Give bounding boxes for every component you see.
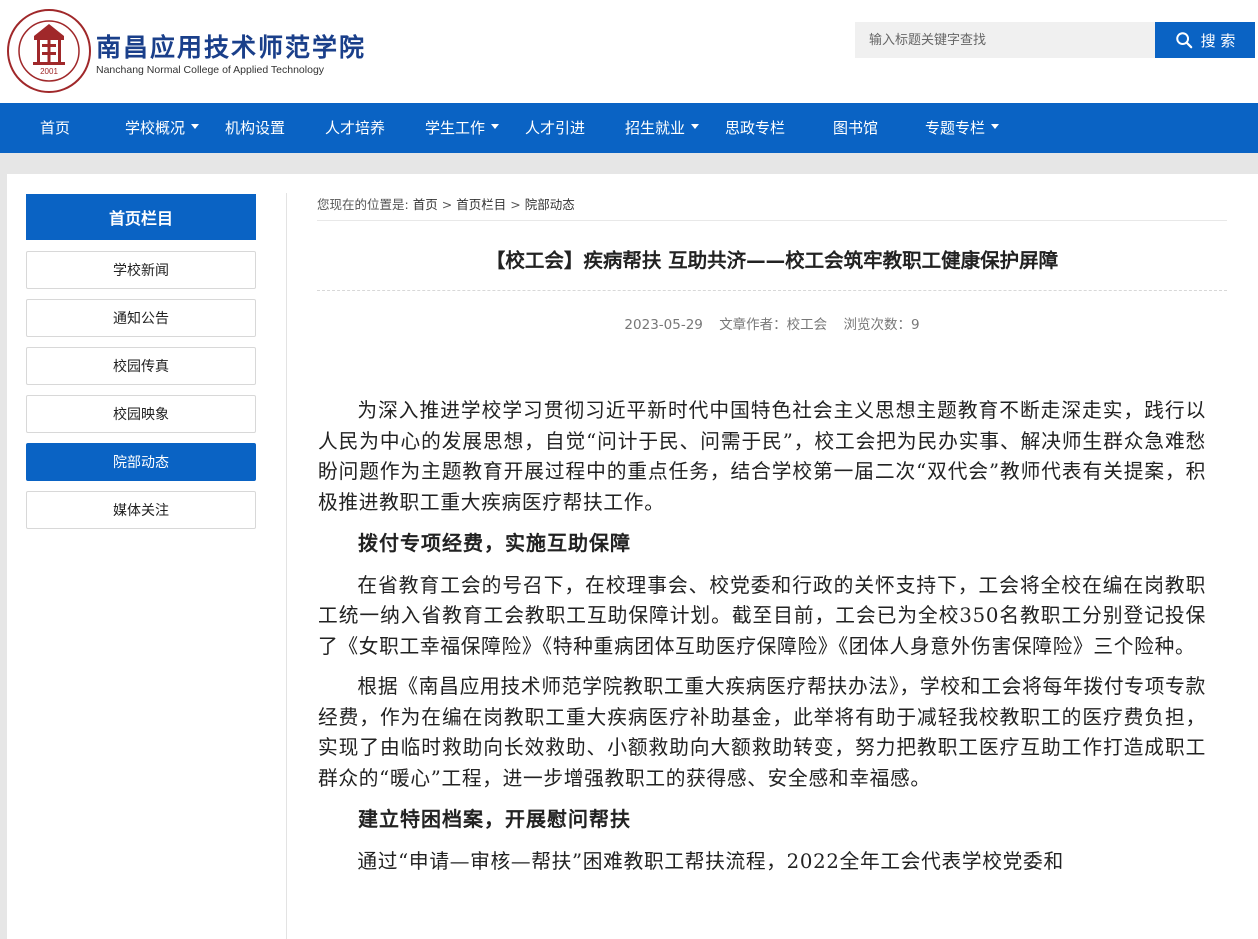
nav-item-about[interactable]: 学校概况 xyxy=(125,103,200,153)
article-paragraph: 通过“申请—审核—帮扶”困难教职工帮扶流程，2022全年工会代表学校党委和 xyxy=(357,849,1064,873)
article-paragraph: 为深入推进学校学习贯彻习近平新时代中国特色社会主义思想主题教育不断走深走实，践行… xyxy=(318,399,1206,514)
nav-item-library[interactable]: 图书馆 xyxy=(833,103,878,153)
nav-label: 学校概况 xyxy=(125,119,186,137)
college-logo[interactable]: 2001 南昌应用技术师范学院 Nanchang Normal College … xyxy=(6,8,364,94)
sidebar-item-notices[interactable]: 通知公告 xyxy=(26,299,256,337)
chevron-down-icon xyxy=(491,124,500,129)
breadcrumb-separator: > xyxy=(510,197,521,212)
nav-item-recruitment[interactable]: 人才引进 xyxy=(525,103,585,153)
sidebar-item-department-news[interactable]: 院部动态 xyxy=(26,443,256,481)
nav-label: 图书馆 xyxy=(833,119,879,137)
nav-item-special-topics[interactable]: 专题专栏 xyxy=(925,103,1000,153)
sidebar-item-campus-fax[interactable]: 校园传真 xyxy=(26,347,256,385)
article-paragraph: 在省教育工会的号召下，在校理事会、校党委和行政的关怀支持下，工会将全校在编在岗教… xyxy=(318,573,1206,658)
sidebar-item-media[interactable]: 媒体关注 xyxy=(26,491,256,529)
chevron-down-icon xyxy=(191,124,200,129)
chevron-down-icon xyxy=(691,124,700,129)
search-button[interactable]: 搜 索 xyxy=(1155,22,1255,58)
nav-item-departments[interactable]: 机构设置 xyxy=(225,103,285,153)
breadcrumb-home[interactable]: 首页 xyxy=(413,197,438,212)
search-input[interactable] xyxy=(855,22,1155,58)
article-paragraph: 根据《南昌应用技术师范学院教职工重大疾病医疗帮扶办法》，学校和工会将每年拨付专项… xyxy=(318,675,1206,790)
chevron-down-icon xyxy=(991,124,1000,129)
breadcrumb-separator: > xyxy=(441,197,453,212)
search-icon xyxy=(1175,32,1192,49)
breadcrumb-prefix: 您现在的位置是: xyxy=(317,197,409,212)
nav-label: 机构设置 xyxy=(225,119,286,137)
nav-item-training[interactable]: 人才培养 xyxy=(325,103,385,153)
breadcrumb-current[interactable]: 院部动态 xyxy=(525,197,575,212)
nav-label: 人才培养 xyxy=(325,119,386,137)
nav-label: 学生工作 xyxy=(425,119,486,137)
sidebar-item-school-news[interactable]: 学校新闻 xyxy=(26,251,256,289)
article-author: 文章作者：校工会 xyxy=(719,317,828,333)
nav-item-home[interactable]: 首页 xyxy=(40,103,70,153)
nav-label: 首页 xyxy=(40,119,71,137)
main-nav: 首页 学校概况 机构设置 人才培养 学生工作 人才引进 招生就业 思政专栏 图书… xyxy=(0,103,1258,153)
article-title: 【校工会】疾病帮扶 互助共济——校工会筑牢教职工健康保护屏障 xyxy=(485,249,1059,272)
article-body: 为深入推进学校学习贯彻习近平新时代中国特色社会主义思想主题教育不断走深走实，践行… xyxy=(318,396,1206,887)
divider xyxy=(317,220,1227,221)
sidebar-title: 首页栏目 xyxy=(26,194,256,240)
college-seal-icon: 2001 xyxy=(7,9,91,93)
article-subheading: 建立特困档案，开展慰问帮扶 xyxy=(358,807,631,831)
college-name-chinese: 南昌应用技术师范学院 xyxy=(96,33,367,62)
nav-item-student-affairs[interactable]: 学生工作 xyxy=(425,103,500,153)
nav-label: 人才引进 xyxy=(525,119,586,137)
divider xyxy=(317,290,1227,291)
nav-item-admissions[interactable]: 招生就业 xyxy=(625,103,700,153)
breadcrumb: 您现在的位置是: 首页 > 首页栏目 > 院部动态 xyxy=(317,194,575,213)
column-divider xyxy=(286,193,287,939)
article-views: 浏览次数：9 xyxy=(843,317,920,333)
article-date: 2023-05-29 xyxy=(624,317,703,333)
breadcrumb-column[interactable]: 首页栏目 xyxy=(456,197,506,212)
nav-item-ideology[interactable]: 思政专栏 xyxy=(725,103,785,153)
article-subheading: 拨付专项经费，实施互助保障 xyxy=(358,531,631,555)
nav-label: 专题专栏 xyxy=(925,119,986,137)
site-header: 2001 南昌应用技术师范学院 Nanchang Normal College … xyxy=(0,0,1258,103)
search-button-label: 搜 索 xyxy=(1200,31,1236,50)
sidebar-item-campus-images[interactable]: 校园映象 xyxy=(26,395,256,433)
nav-label: 招生就业 xyxy=(625,119,686,137)
article-meta: 2023-05-29 文章作者：校工会 浏览次数：9 xyxy=(317,313,1227,333)
svg-text:2001: 2001 xyxy=(40,67,58,76)
college-name-english: Nanchang Normal College of Applied Techn… xyxy=(96,64,325,76)
nav-label: 思政专栏 xyxy=(725,119,786,137)
